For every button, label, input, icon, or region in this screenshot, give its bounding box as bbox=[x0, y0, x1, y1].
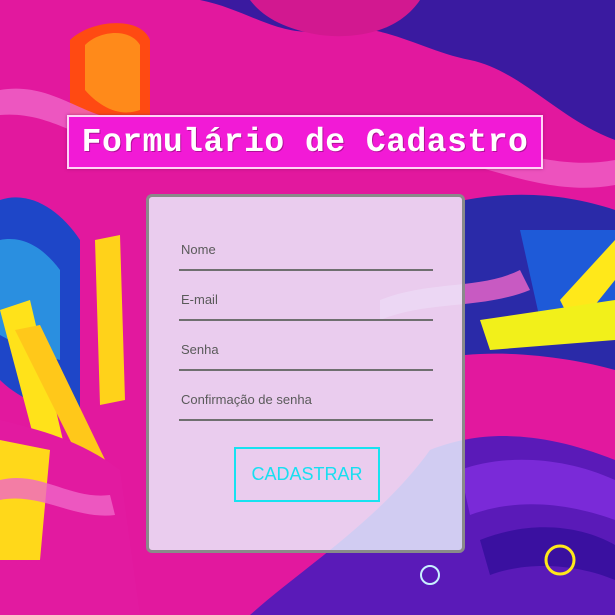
email-input[interactable] bbox=[181, 287, 429, 311]
password-confirm-field-wrapper bbox=[179, 375, 433, 421]
page-title: Formulário de Cadastro bbox=[81, 123, 529, 161]
name-field-wrapper bbox=[179, 225, 433, 271]
email-field-wrapper bbox=[179, 275, 433, 321]
password-confirm-input[interactable] bbox=[181, 387, 429, 411]
password-input[interactable] bbox=[181, 337, 429, 361]
title-banner: Formulário de Cadastro bbox=[67, 115, 543, 169]
name-input[interactable] bbox=[181, 237, 429, 261]
register-button[interactable]: CADASTRAR bbox=[234, 447, 380, 502]
registration-form: CADASTRAR bbox=[146, 194, 465, 553]
password-field-wrapper bbox=[179, 325, 433, 371]
